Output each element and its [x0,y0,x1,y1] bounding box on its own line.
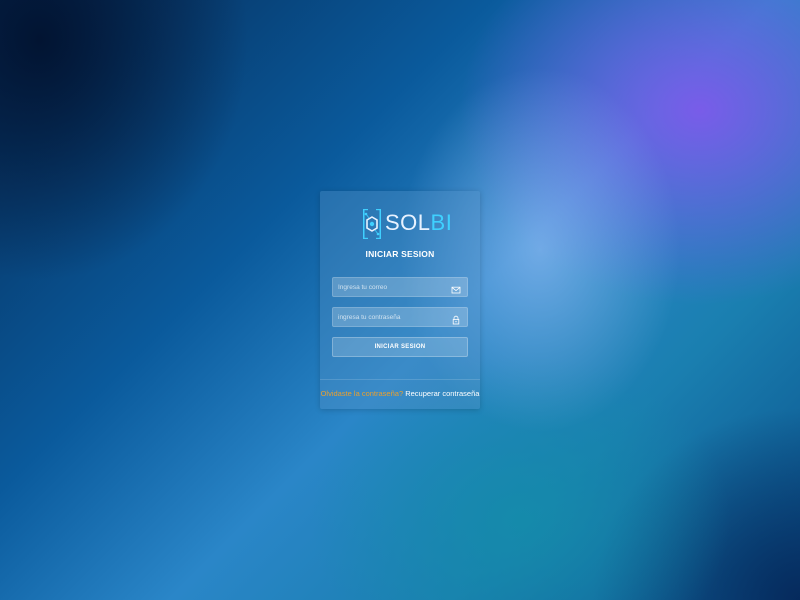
brand-name-part1: SOL [385,210,431,235]
forgot-password-text: Olvidaste la contraseña? [320,389,404,398]
divider [320,379,480,380]
brand-logo: SOLBI [361,206,452,240]
login-button[interactable]: INICIAR SESION [332,337,468,357]
lock-icon [451,312,461,325]
brand-name-part2: BI [430,210,453,235]
recover-password-link[interactable]: Recuperar contraseña [405,389,479,398]
email-field [332,277,468,297]
login-card: SOLBI INICIAR SESION INICIAR SESION Olvi… [320,191,480,409]
hexagon-circuit-icon [361,208,383,239]
password-field [332,307,468,327]
email-input[interactable] [333,278,450,296]
brand-name: SOLBI [385,212,452,234]
password-input[interactable] [333,308,450,326]
password-help: Olvidaste la contraseña? Recuperar contr… [320,389,480,398]
login-title: INICIAR SESION [365,249,435,259]
mail-icon [451,282,461,294]
